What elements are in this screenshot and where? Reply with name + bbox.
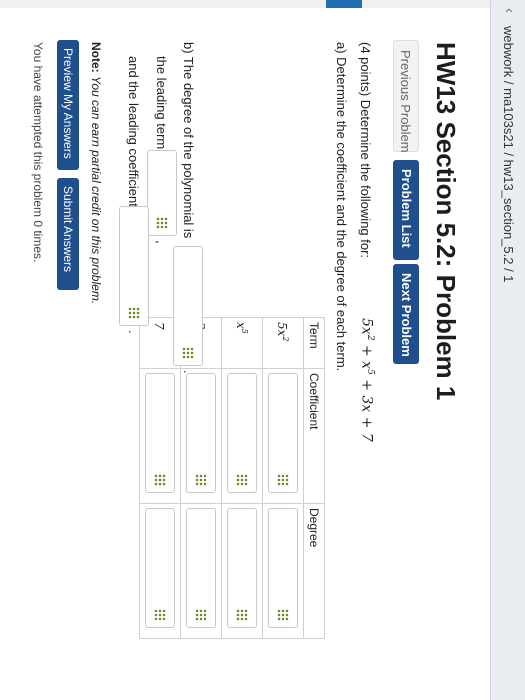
part-a-prompt: a) Determine the coefficient and the deg…	[334, 42, 349, 372]
term-exp: 2	[281, 336, 291, 342]
expr-exp-1: 2	[365, 334, 375, 341]
equation-editor-icon[interactable]	[156, 217, 168, 229]
term-cell: x5	[221, 317, 263, 369]
webwork-screen: ‹ webwork / ma103s21 / hw13_section_5.2 …	[0, 0, 525, 700]
equation-editor-icon[interactable]	[154, 609, 166, 621]
next-problem-button[interactable]: Next Problem	[393, 264, 419, 364]
equation-editor-icon[interactable]	[236, 609, 248, 621]
header-degree: Degree	[303, 503, 325, 639]
table-header-row: Term Coefficient Degree	[303, 317, 325, 639]
period-punct: .	[126, 330, 141, 334]
header-coefficient: Coefficient	[303, 368, 325, 504]
left-sidebar-strip	[0, 0, 490, 8]
sidebar-accent	[326, 0, 362, 8]
coefficient-input-4[interactable]	[145, 373, 175, 493]
coefficient-cell	[221, 368, 263, 504]
polynomial-degree-input[interactable]	[173, 246, 203, 366]
period-punct: .	[181, 370, 196, 374]
equation-editor-icon[interactable]	[277, 609, 289, 621]
equation-editor-icon[interactable]	[277, 474, 289, 486]
coefficient-input-1[interactable]	[268, 373, 298, 493]
breadcrumb: webwork / ma103s21 / hw13_section_5.2 / …	[501, 26, 516, 283]
leading-coefficient-label: and the leading coefficient is	[126, 56, 141, 220]
preview-answers-button[interactable]: Preview My Answers	[57, 40, 79, 170]
equation-editor-icon[interactable]	[195, 609, 207, 621]
leading-term-label: the leading term is	[154, 56, 169, 163]
coefficient-input-3[interactable]	[186, 373, 216, 493]
degree-cell	[221, 503, 263, 639]
equation-editor-icon[interactable]	[182, 347, 194, 359]
previous-problem-button[interactable]: Previous Problem	[393, 40, 419, 153]
equation-editor-icon[interactable]	[236, 474, 248, 486]
page-title: HW13 Section 5.2: Problem 1	[431, 42, 461, 401]
term-exp: 5	[240, 328, 250, 334]
comma-punct: ,	[154, 240, 169, 244]
polynomial-expression: 5x2 + x5 + 3x + 7	[358, 318, 375, 442]
problem-list-button[interactable]: Problem List	[393, 160, 419, 260]
degree-input-1[interactable]	[268, 508, 298, 628]
expr-term-1: 5x	[358, 318, 375, 335]
equation-editor-icon[interactable]	[128, 307, 140, 319]
table-row: 5x2	[262, 317, 304, 639]
back-chevron-icon[interactable]: ‹	[501, 8, 518, 13]
note-text: You can earn partial credit on this prob…	[89, 76, 103, 305]
term-base: x	[234, 322, 249, 329]
table-row: x5	[221, 317, 263, 639]
coefficient-cell	[180, 368, 222, 504]
term-cell: 5x2	[262, 317, 304, 369]
degree-input-2[interactable]	[227, 508, 257, 628]
coefficient-cell	[139, 368, 181, 504]
degree-cell	[180, 503, 222, 639]
coefficient-input-2[interactable]	[227, 373, 257, 493]
expr-term-2: + x	[358, 345, 375, 370]
problem-intro: (4 points) Determine the following for:	[358, 42, 373, 259]
expr-term-3: + 3x + 7	[358, 379, 375, 442]
term-table: Term Coefficient Degree 5x2 x5 3x	[139, 317, 325, 639]
degree-input-3[interactable]	[186, 508, 216, 628]
leading-term-input[interactable]	[147, 150, 177, 236]
term-base: 7	[152, 322, 167, 330]
header-term: Term	[303, 317, 325, 369]
degree-input-4[interactable]	[145, 508, 175, 628]
equation-editor-icon[interactable]	[195, 474, 207, 486]
coefficient-cell	[262, 368, 304, 504]
top-bar: ‹ webwork / ma103s21 / hw13_section_5.2 …	[490, 0, 525, 700]
degree-cell	[262, 503, 304, 639]
term-base: 5x	[275, 322, 290, 337]
part-b-prompt: b) The degree of the polynomial is	[181, 42, 196, 239]
leading-coefficient-input[interactable]	[119, 206, 149, 326]
submit-answers-button[interactable]: Submit Answers	[57, 178, 79, 290]
expr-exp-2: 5	[365, 369, 375, 375]
partial-credit-note: Note: You can earn partial credit on thi…	[89, 42, 103, 304]
equation-editor-icon[interactable]	[154, 474, 166, 486]
note-label: Note:	[89, 42, 103, 73]
degree-cell	[139, 503, 181, 639]
attempts-text: You have attempted this problem 0 times.	[31, 42, 45, 263]
